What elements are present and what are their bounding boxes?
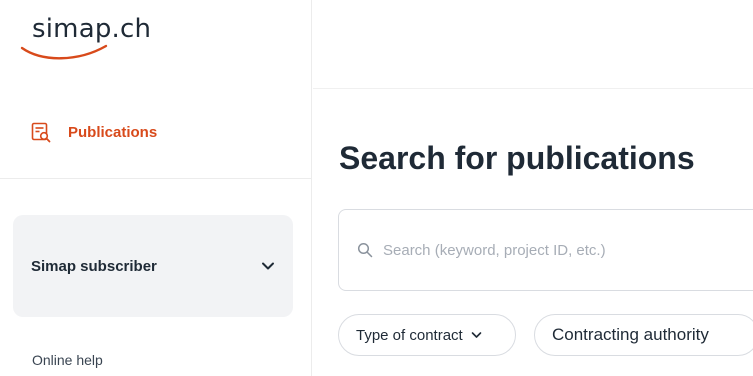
logo-text: simap.ch [32,14,152,44]
simap-logo[interactable]: simap.ch [20,14,180,62]
logo-swoosh-icon [20,44,108,60]
chevron-down-icon [471,332,482,338]
sidebar-item-publications[interactable]: Publications [30,118,157,146]
sidebar-divider [0,178,312,179]
sidebar-item-label: Publications [68,123,158,141]
simap-subscriber-toggle[interactable]: Simap subscriber [13,215,293,317]
sidebar: simap.ch Publications Simap subscriber O… [0,0,312,376]
subscriber-label: Simap subscriber [31,257,157,275]
search-input[interactable] [383,241,743,259]
filter-label: Type of contract [356,326,463,344]
type-of-contract-filter[interactable]: Type of contract [338,314,516,356]
search-icon [357,242,373,258]
chevron-down-icon [262,262,274,270]
publications-search-icon [31,122,51,143]
main-content: Search for publications Type of contract… [313,0,753,376]
online-help-link[interactable]: Online help [32,352,103,368]
filter-label: Contracting authority [552,325,709,344]
page-title: Search for publications [339,140,695,176]
header-divider [313,88,753,89]
contracting-authority-filter[interactable]: Contracting authority [534,314,753,356]
search-box[interactable] [338,209,753,291]
